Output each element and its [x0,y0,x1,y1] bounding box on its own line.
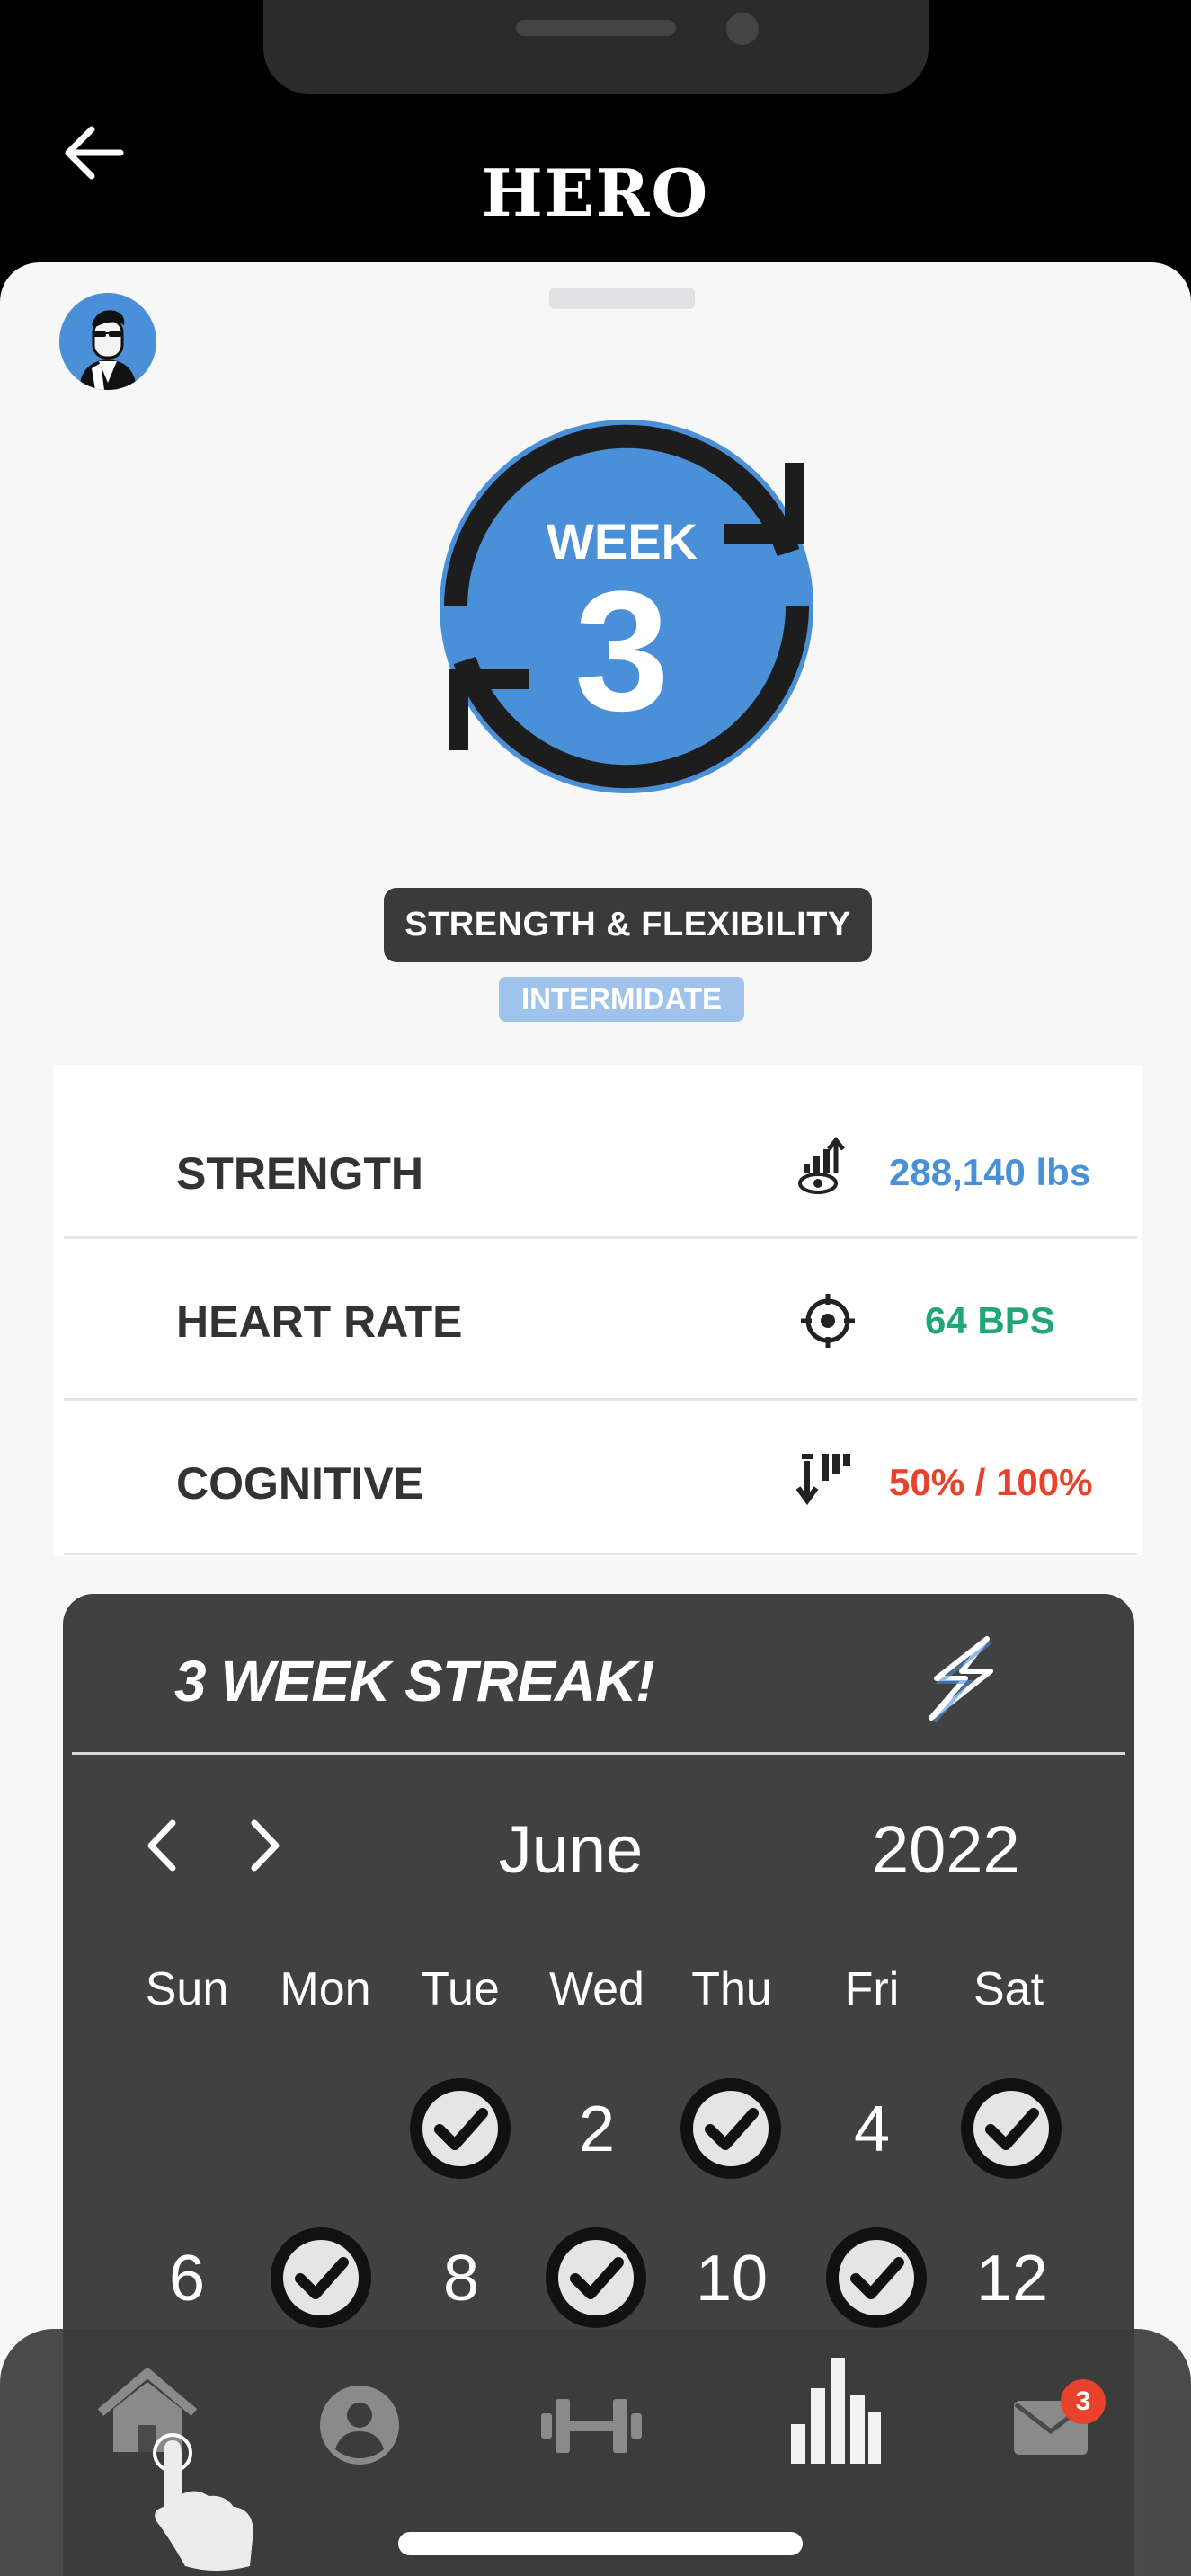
divider [64,1398,1137,1401]
calendar-day[interactable]: 4 [818,2076,926,2183]
checked-day-5[interactable] [958,2076,1064,2182]
calendar-day[interactable]: 2 [543,2076,651,2183]
stat-label: HEART RATE [176,1297,463,1347]
lightning-bolt-icon [929,1636,993,1723]
weekday-label: Sat [973,1963,1044,2015]
calendar-day[interactable]: 6 [133,2225,241,2333]
calendar-year: 2022 [872,1812,1020,1887]
stat-value-strength: 288,140 lbs [889,1151,1091,1193]
calendar-day[interactable]: 10 [678,2225,786,2333]
calendar-month: June [498,1812,644,1887]
weekday-label: Wed [549,1963,644,2015]
device-notch [263,0,929,94]
divider [64,1553,1137,1555]
streak-title: 3 WEEK STREAK! [174,1649,655,1713]
weekday-label: Fri [844,1963,900,2015]
program-name-badge: STRENGTH & FLEXIBILITY [384,888,872,962]
sheet-grabber[interactable] [549,288,695,309]
chevron-left-icon[interactable] [135,1814,189,1877]
calendar-day[interactable]: 8 [407,2225,515,2333]
cognitive-bars-icon [796,1454,850,1506]
tap-hand-icon [153,2433,253,2571]
checked-day-7[interactable] [268,2225,374,2331]
messages-badge: 3 [1061,2379,1106,2424]
target-icon [801,1294,855,1348]
checked-day-1[interactable] [407,2076,513,2182]
stat-label: COGNITIVE [176,1458,424,1509]
avatar[interactable] [59,293,156,390]
profile-icon[interactable] [317,2383,403,2468]
app-title: HERO [481,155,710,231]
chevron-right-icon[interactable] [238,1814,292,1877]
divider [64,1236,1137,1239]
weekday-label: Thu [691,1963,772,2015]
weekday-label: Mon [280,1963,371,2015]
stats-panel: STRENGTH 288,140 lbs HEART RATE 64 BPS C… [53,1065,1142,1556]
device-speaker [516,20,676,36]
stats-bars-icon[interactable] [789,2358,881,2464]
checked-day-3[interactable] [678,2076,784,2182]
stat-label: STRENGTH [176,1148,423,1199]
week-number: 3 [574,556,670,747]
home-indicator[interactable] [398,2532,803,2555]
strength-trend-icon [798,1137,845,1194]
level-badge: INTERMIDATE [499,977,744,1022]
stat-value-heart-rate: 64 BPS [925,1299,1055,1341]
checked-day-9[interactable] [543,2225,649,2331]
avatar-illustration [59,293,156,390]
device-camera [726,13,759,45]
dumbbell-icon[interactable] [539,2390,644,2462]
calendar-day[interactable]: 12 [958,2225,1066,2333]
checked-day-11[interactable] [823,2225,929,2331]
stat-value-cognitive: 50% / 100% [889,1461,1093,1503]
streak-divider [72,1752,1125,1755]
weekday-label: Sun [145,1963,229,2015]
weekday-label: Tue [421,1963,500,2015]
